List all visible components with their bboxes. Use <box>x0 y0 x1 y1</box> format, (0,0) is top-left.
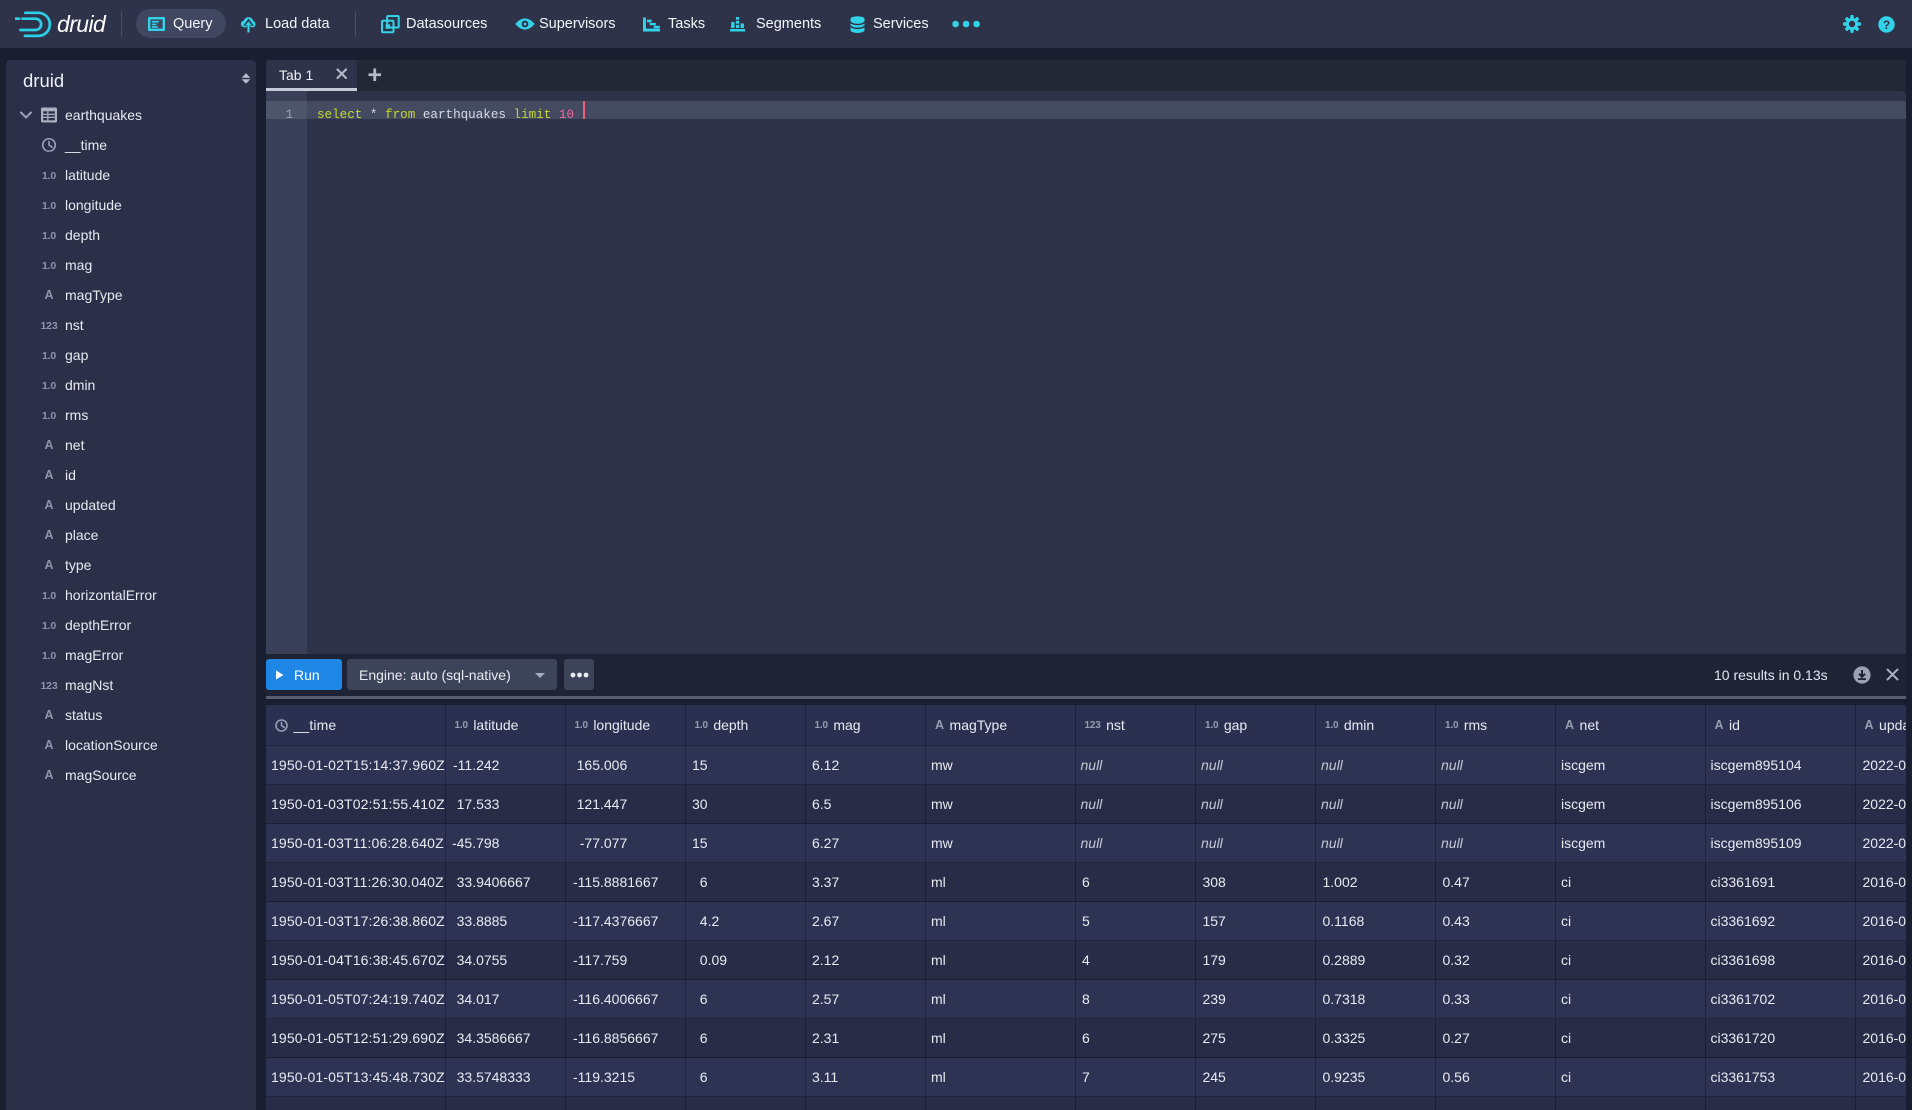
svg-text:?: ? <box>1883 18 1890 32</box>
